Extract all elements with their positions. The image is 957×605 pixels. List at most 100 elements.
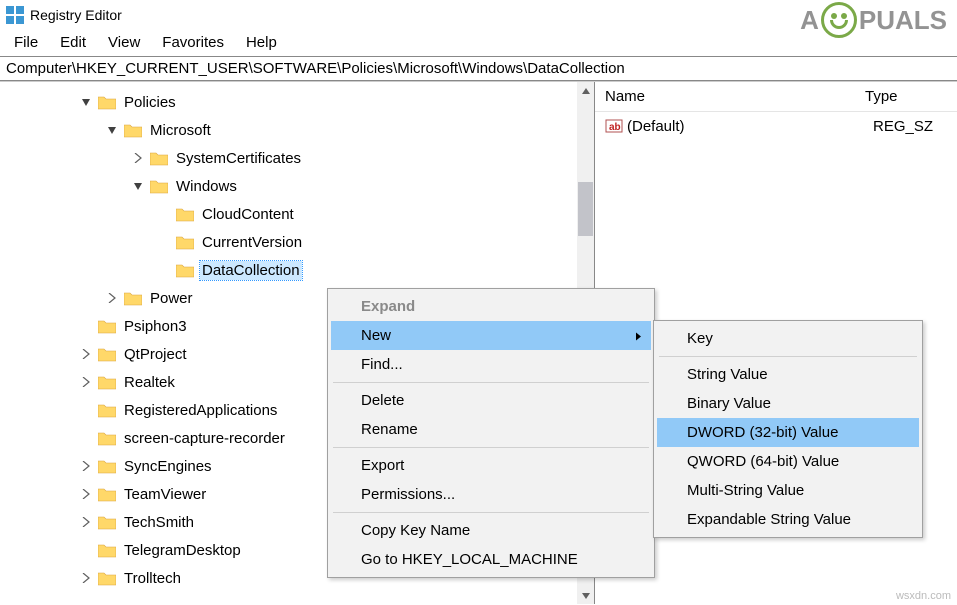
string-icon bbox=[605, 117, 623, 135]
chevron-down-icon[interactable] bbox=[106, 124, 118, 136]
chevron-right-icon[interactable] bbox=[80, 488, 92, 500]
ctx-new-string[interactable]: String Value bbox=[657, 360, 919, 389]
context-menu: Expand New Find... Delete Rename Export … bbox=[327, 288, 655, 578]
chevron-down-icon[interactable] bbox=[132, 180, 144, 192]
folder-icon bbox=[98, 458, 116, 474]
tree-label: TeamViewer bbox=[122, 485, 208, 504]
ctx-copy-key-name[interactable]: Copy Key Name bbox=[331, 516, 651, 545]
value-name: (Default) bbox=[627, 118, 873, 135]
scroll-up-button[interactable] bbox=[577, 82, 594, 99]
tree-node-currentversion[interactable]: CurrentVersion bbox=[0, 228, 594, 256]
ctx-separator bbox=[333, 447, 649, 448]
value-type: REG_SZ bbox=[873, 118, 957, 135]
folder-icon bbox=[98, 514, 116, 530]
tree-label: Power bbox=[148, 289, 195, 308]
folder-icon bbox=[150, 150, 168, 166]
menu-help[interactable]: Help bbox=[236, 32, 287, 54]
chevron-right-icon[interactable] bbox=[80, 572, 92, 584]
menu-bar: File Edit View Favorites Help bbox=[0, 30, 957, 56]
window-title: Registry Editor bbox=[30, 7, 122, 23]
tree-node-microsoft[interactable]: Microsoft bbox=[0, 116, 594, 144]
context-submenu-new: Key String Value Binary Value DWORD (32-… bbox=[653, 320, 923, 538]
ctx-permissions[interactable]: Permissions... bbox=[331, 480, 651, 509]
ctx-new-binary[interactable]: Binary Value bbox=[657, 389, 919, 418]
tree-label: Windows bbox=[174, 177, 239, 196]
ctx-goto-hklm[interactable]: Go to HKEY_LOCAL_MACHINE bbox=[331, 545, 651, 574]
chevron-spacer bbox=[158, 264, 170, 276]
tree-label: QtProject bbox=[122, 345, 189, 364]
chevron-spacer bbox=[80, 544, 92, 556]
folder-icon bbox=[98, 402, 116, 418]
tree-node-windows[interactable]: Windows bbox=[0, 172, 594, 200]
tree-label: Microsoft bbox=[148, 121, 213, 140]
folder-icon bbox=[98, 374, 116, 390]
tree-label: Realtek bbox=[122, 373, 177, 392]
folder-icon bbox=[176, 206, 194, 222]
folder-icon bbox=[176, 262, 194, 278]
chevron-right-icon[interactable] bbox=[132, 152, 144, 164]
tree-label: Psiphon3 bbox=[122, 317, 189, 336]
ctx-separator bbox=[659, 356, 917, 357]
chevron-spacer bbox=[80, 404, 92, 416]
folder-icon bbox=[124, 122, 142, 138]
tree-label: SystemCertificates bbox=[174, 149, 303, 168]
menu-file[interactable]: File bbox=[4, 32, 48, 54]
tree-label: SyncEngines bbox=[122, 457, 214, 476]
folder-icon bbox=[98, 570, 116, 586]
column-type[interactable]: Type bbox=[855, 84, 957, 109]
ctx-new-key[interactable]: Key bbox=[657, 324, 919, 353]
tree-label: RegisteredApplications bbox=[122, 401, 279, 420]
folder-icon bbox=[176, 234, 194, 250]
title-bar: Registry Editor bbox=[0, 0, 957, 30]
menu-view[interactable]: View bbox=[98, 32, 150, 54]
menu-edit[interactable]: Edit bbox=[50, 32, 96, 54]
chevron-right-icon[interactable] bbox=[80, 516, 92, 528]
tree-node-cloudcontent[interactable]: CloudContent bbox=[0, 200, 594, 228]
chevron-right-icon[interactable] bbox=[80, 460, 92, 472]
value-row-default[interactable]: (Default) REG_SZ bbox=[595, 112, 957, 140]
ctx-separator bbox=[333, 512, 649, 513]
tree-label: CurrentVersion bbox=[200, 233, 304, 252]
tree-node-datacollection[interactable]: DataCollection bbox=[0, 256, 594, 284]
ctx-delete[interactable]: Delete bbox=[331, 386, 651, 415]
ctx-export[interactable]: Export bbox=[331, 451, 651, 480]
ctx-rename[interactable]: Rename bbox=[331, 415, 651, 444]
folder-icon bbox=[98, 430, 116, 446]
folder-icon bbox=[98, 346, 116, 362]
tree-label: Policies bbox=[122, 93, 178, 112]
tree-node-policies[interactable]: Policies bbox=[0, 88, 594, 116]
wsxdn-text: wsxdn.com bbox=[896, 590, 951, 602]
tree-label: Trolltech bbox=[122, 569, 183, 588]
chevron-right-icon[interactable] bbox=[106, 292, 118, 304]
scroll-down-button[interactable] bbox=[577, 587, 594, 604]
ctx-expand: Expand bbox=[331, 292, 651, 321]
tree-node-systemcertificates[interactable]: SystemCertificates bbox=[0, 144, 594, 172]
folder-icon bbox=[98, 94, 116, 110]
chevron-right-icon[interactable] bbox=[80, 348, 92, 360]
ctx-new-dword[interactable]: DWORD (32-bit) Value bbox=[657, 418, 919, 447]
scroll-thumb[interactable] bbox=[578, 182, 593, 236]
menu-favorites[interactable]: Favorites bbox=[152, 32, 234, 54]
chevron-spacer bbox=[158, 208, 170, 220]
ctx-find[interactable]: Find... bbox=[331, 350, 651, 379]
values-header: Name Type bbox=[595, 82, 957, 112]
ctx-new-label: New bbox=[361, 327, 391, 344]
folder-icon bbox=[98, 542, 116, 558]
ctx-new-qword[interactable]: QWORD (64-bit) Value bbox=[657, 447, 919, 476]
chevron-down-icon[interactable] bbox=[80, 96, 92, 108]
tree-label: CloudContent bbox=[200, 205, 296, 224]
chevron-spacer bbox=[80, 432, 92, 444]
address-bar[interactable]: Computer\HKEY_CURRENT_USER\SOFTWARE\Poli… bbox=[0, 56, 957, 81]
column-name[interactable]: Name bbox=[595, 84, 855, 109]
chevron-right-icon[interactable] bbox=[80, 376, 92, 388]
ctx-new[interactable]: New bbox=[331, 321, 651, 350]
folder-icon bbox=[98, 318, 116, 334]
tree-label: TelegramDesktop bbox=[122, 541, 243, 560]
registry-icon bbox=[6, 6, 24, 24]
submenu-arrow-icon bbox=[636, 327, 641, 344]
ctx-new-multistring[interactable]: Multi-String Value bbox=[657, 476, 919, 505]
ctx-new-expandable[interactable]: Expandable String Value bbox=[657, 505, 919, 534]
tree-label: DataCollection bbox=[200, 261, 302, 280]
folder-icon bbox=[150, 178, 168, 194]
folder-icon bbox=[124, 290, 142, 306]
